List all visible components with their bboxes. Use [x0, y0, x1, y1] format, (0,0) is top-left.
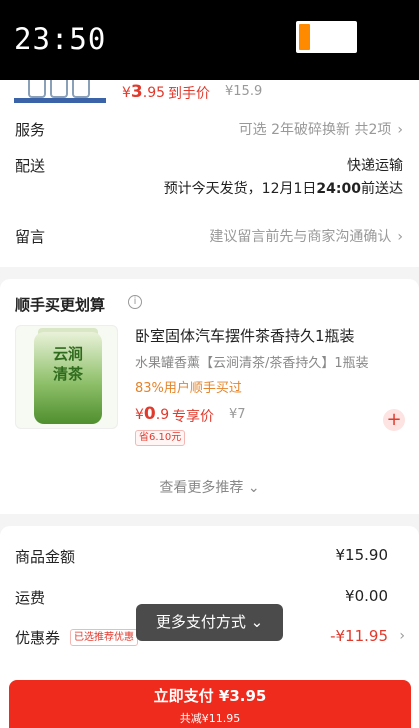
service-value: 可选 2年破碎换新 共2项 — [238, 122, 392, 138]
product-price: ¥3.95 — [122, 82, 166, 102]
shipping-value: ¥0.00 — [345, 587, 388, 605]
more-payment-methods-button[interactable]: 更多支付方式 ⌄ — [136, 604, 283, 641]
recommend-item-image[interactable]: 云涧清茶 — [15, 325, 118, 429]
original-price: ¥15.9 — [225, 84, 263, 99]
recommend-price-tag: 专享价 — [172, 409, 214, 425]
recommend-card: 顺手买更划算 i 云涧清茶 卧室固体汽车摆件茶香持久1瓶装 水果罐香薰【云涧清茶… — [0, 279, 419, 514]
service-label: 服务 — [15, 121, 46, 139]
coupon-row[interactable]: -¥11.95 — [330, 627, 388, 645]
coupon-chip: 已选推荐优惠 — [70, 629, 138, 646]
chevron-right-icon: › — [397, 122, 403, 138]
delivery-estimate: 预计今天发货，12月1日24:00前送达 — [163, 181, 403, 197]
recommend-item-price: ¥0.9 — [135, 404, 170, 424]
pay-discount-label: 共减¥11.95 — [179, 712, 241, 725]
save-badge: 省6.10元 — [135, 430, 186, 446]
goods-amount-label: 商品金额 — [15, 548, 76, 566]
coupon-label: 优惠券 — [15, 629, 61, 647]
recommend-original-price: ¥7 — [229, 407, 246, 422]
image-label: 云涧清茶 — [52, 345, 83, 383]
status-bar: 23:50 — [0, 0, 419, 80]
message-input[interactable]: 建议留言前先与商家沟通确认 › — [209, 226, 403, 246]
goods-amount-value: ¥15.90 — [335, 546, 389, 564]
delivery-label: 配送 — [15, 157, 46, 175]
recommend-title: 顺手买更划算 — [15, 296, 106, 314]
recommend-item-subtitle: 水果罐香薰【云涧清茶/茶香持久】1瓶装 — [135, 356, 369, 371]
chevron-right-icon: › — [399, 628, 405, 644]
status-time: 23:50 — [14, 22, 107, 56]
product-thumbnail — [14, 80, 106, 103]
price-tag: 到手价 — [168, 86, 210, 102]
social-proof: 83%用户顺手买过 — [135, 381, 242, 396]
plus-icon[interactable]: + — [383, 409, 405, 431]
order-options-card: 服务 可选 2年破碎换新 共2项 › 配送 快递运输 预计今天发货，12月1日24… — [0, 107, 419, 267]
pay-now-label: 立即支付 ¥3.95 — [153, 687, 267, 705]
recommend-item-title[interactable]: 卧室固体汽车摆件茶香持久1瓶装 — [135, 325, 355, 346]
chevron-down-icon: ⌄ — [250, 613, 264, 631]
info-icon[interactable]: i — [128, 295, 142, 309]
shipping-label: 运费 — [15, 589, 46, 607]
message-placeholder: 建议留言前先与商家沟通确认 — [209, 229, 392, 245]
product-summary-peek[interactable]: ¥3.95 到手价 ¥15.9 — [0, 80, 419, 107]
more-recommend-link[interactable]: 查看更多推荐 ⌄ — [0, 477, 419, 497]
pay-now-button[interactable]: 立即支付 ¥3.95 共减¥11.95 — [9, 680, 411, 728]
chevron-down-icon: ⌄ — [247, 480, 260, 496]
battery-icon — [296, 21, 357, 53]
battery-level — [299, 24, 310, 50]
message-label: 留言 — [15, 228, 46, 246]
service-row[interactable]: 可选 2年破碎换新 共2项 › — [239, 119, 403, 139]
delivery-method: 快递运输 — [347, 158, 403, 174]
chevron-right-icon: › — [397, 229, 403, 245]
